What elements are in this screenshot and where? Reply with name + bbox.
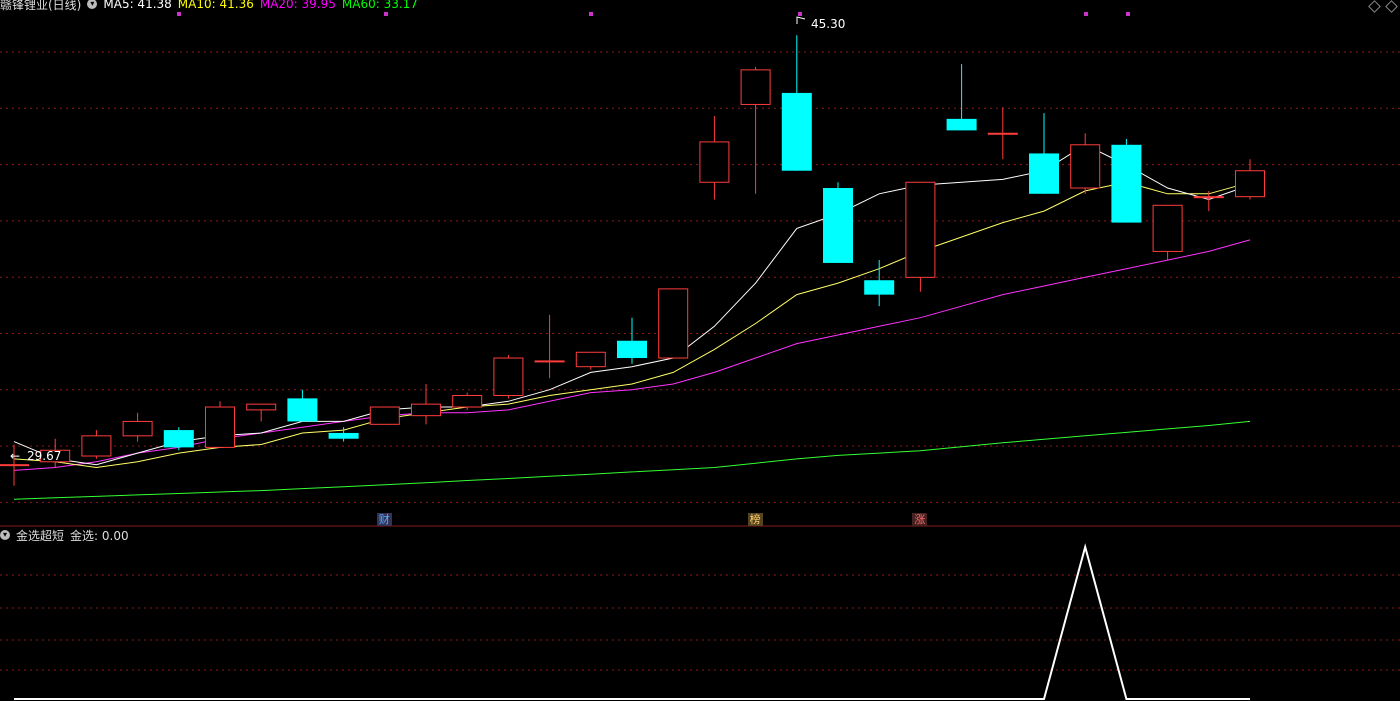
high-marker-icon xyxy=(796,16,806,24)
candle-body xyxy=(493,357,524,396)
candle[interactable] xyxy=(781,35,812,171)
ma60-label: MA60: 33.17 xyxy=(341,0,418,11)
candle-body xyxy=(287,398,318,422)
candle[interactable] xyxy=(452,392,483,410)
sub-panel-grid xyxy=(0,574,1400,671)
candle-body xyxy=(987,132,1018,135)
candle[interactable] xyxy=(1111,139,1142,223)
candle[interactable] xyxy=(369,406,400,425)
candle-body xyxy=(1193,196,1224,199)
candle-body xyxy=(740,69,771,105)
candle-body xyxy=(699,141,730,183)
candle-body xyxy=(0,464,29,467)
candle[interactable] xyxy=(246,403,277,422)
candle[interactable] xyxy=(740,66,771,194)
marker-dot xyxy=(177,12,181,16)
candle-body xyxy=(452,394,483,408)
candle[interactable] xyxy=(864,260,895,307)
dropdown-toggle-icon[interactable]: ▾ xyxy=(87,0,98,9)
high-price-label: 45.30 xyxy=(811,17,845,31)
candle-body xyxy=(1111,144,1142,223)
marker-dot xyxy=(384,12,388,16)
candle[interactable] xyxy=(905,181,936,292)
candle[interactable] xyxy=(575,351,606,370)
sub-indicator-plot xyxy=(14,543,1250,700)
candle-body xyxy=(905,181,936,278)
candle[interactable] xyxy=(1029,113,1059,194)
candle-body xyxy=(534,360,565,363)
marker-dot xyxy=(589,12,593,16)
candle[interactable] xyxy=(205,401,235,448)
candle[interactable] xyxy=(163,427,194,451)
sub-indicator-value: 金选: 0.00 xyxy=(70,528,129,543)
candle-body xyxy=(1152,204,1183,252)
candle-body xyxy=(369,406,400,425)
candle[interactable] xyxy=(699,115,730,200)
main-panel-header: 赣锋锂业(日线) ▾ MA5: 41.38 MA10: 41.36 MA20: … xyxy=(0,0,418,13)
candle-body xyxy=(617,340,647,359)
candle-body xyxy=(163,430,194,448)
ma20-label: MA20: 39.95 xyxy=(259,0,336,11)
candle[interactable] xyxy=(658,288,689,359)
price-annotations: 45.30 ← 29.67 xyxy=(10,16,845,463)
candle-body xyxy=(328,432,359,439)
candle-body xyxy=(122,420,153,437)
candle[interactable] xyxy=(81,430,112,459)
low-arrow-icon: ← xyxy=(10,449,20,463)
candle[interactable] xyxy=(287,389,318,422)
candle-body xyxy=(575,351,606,368)
candle[interactable] xyxy=(1235,159,1265,200)
stock-chart[interactable]: 45.30 ← 29.67 xyxy=(0,0,1400,701)
candle-body xyxy=(946,118,977,131)
top-marker-dots xyxy=(177,12,1130,16)
event-tag[interactable]: 榜 xyxy=(747,513,763,526)
candle-body xyxy=(411,403,441,417)
stock-title[interactable]: 赣锋锂业(日线) xyxy=(0,0,81,13)
candle-body xyxy=(781,92,812,171)
candle-body xyxy=(81,435,112,457)
marker-dot xyxy=(798,12,802,16)
sub-indicator-line xyxy=(14,543,1250,700)
ma5-line xyxy=(13,144,1251,466)
sub-indicator-title[interactable]: 金选超短 xyxy=(16,527,64,544)
candle[interactable] xyxy=(534,314,565,379)
candle-body xyxy=(1029,153,1059,194)
candle[interactable] xyxy=(617,317,647,364)
ma5-label: MA5: 41.38 xyxy=(103,0,172,11)
candle[interactable] xyxy=(946,64,977,131)
marker-dot xyxy=(1084,12,1088,16)
candlesticks[interactable] xyxy=(0,35,1265,486)
candle-body xyxy=(246,403,277,411)
candle-body xyxy=(1235,170,1265,198)
candle[interactable] xyxy=(328,427,359,442)
event-tag[interactable]: 涨 xyxy=(912,513,928,526)
candle[interactable] xyxy=(122,412,153,442)
candle-body xyxy=(205,406,235,448)
ma10-label: MA10: 41.36 xyxy=(177,0,254,11)
candle-body xyxy=(658,288,689,359)
sub-dropdown-toggle-icon[interactable]: ▾ xyxy=(0,530,10,540)
candle[interactable] xyxy=(823,182,853,263)
marker-dot xyxy=(1126,12,1130,16)
candle-body xyxy=(864,280,895,295)
event-tag[interactable]: 财 xyxy=(376,513,392,526)
candle[interactable] xyxy=(493,355,524,399)
ma60-line xyxy=(13,420,1251,500)
candle[interactable] xyxy=(987,107,1018,160)
sub-panel-header: ▾ 金选超短 金选: 0.00 xyxy=(0,527,129,543)
low-price-label: 29.67 xyxy=(27,449,61,463)
candle[interactable] xyxy=(1070,133,1101,194)
candle-body xyxy=(823,188,853,263)
candle-body xyxy=(1070,144,1101,189)
candle[interactable] xyxy=(1152,204,1183,261)
